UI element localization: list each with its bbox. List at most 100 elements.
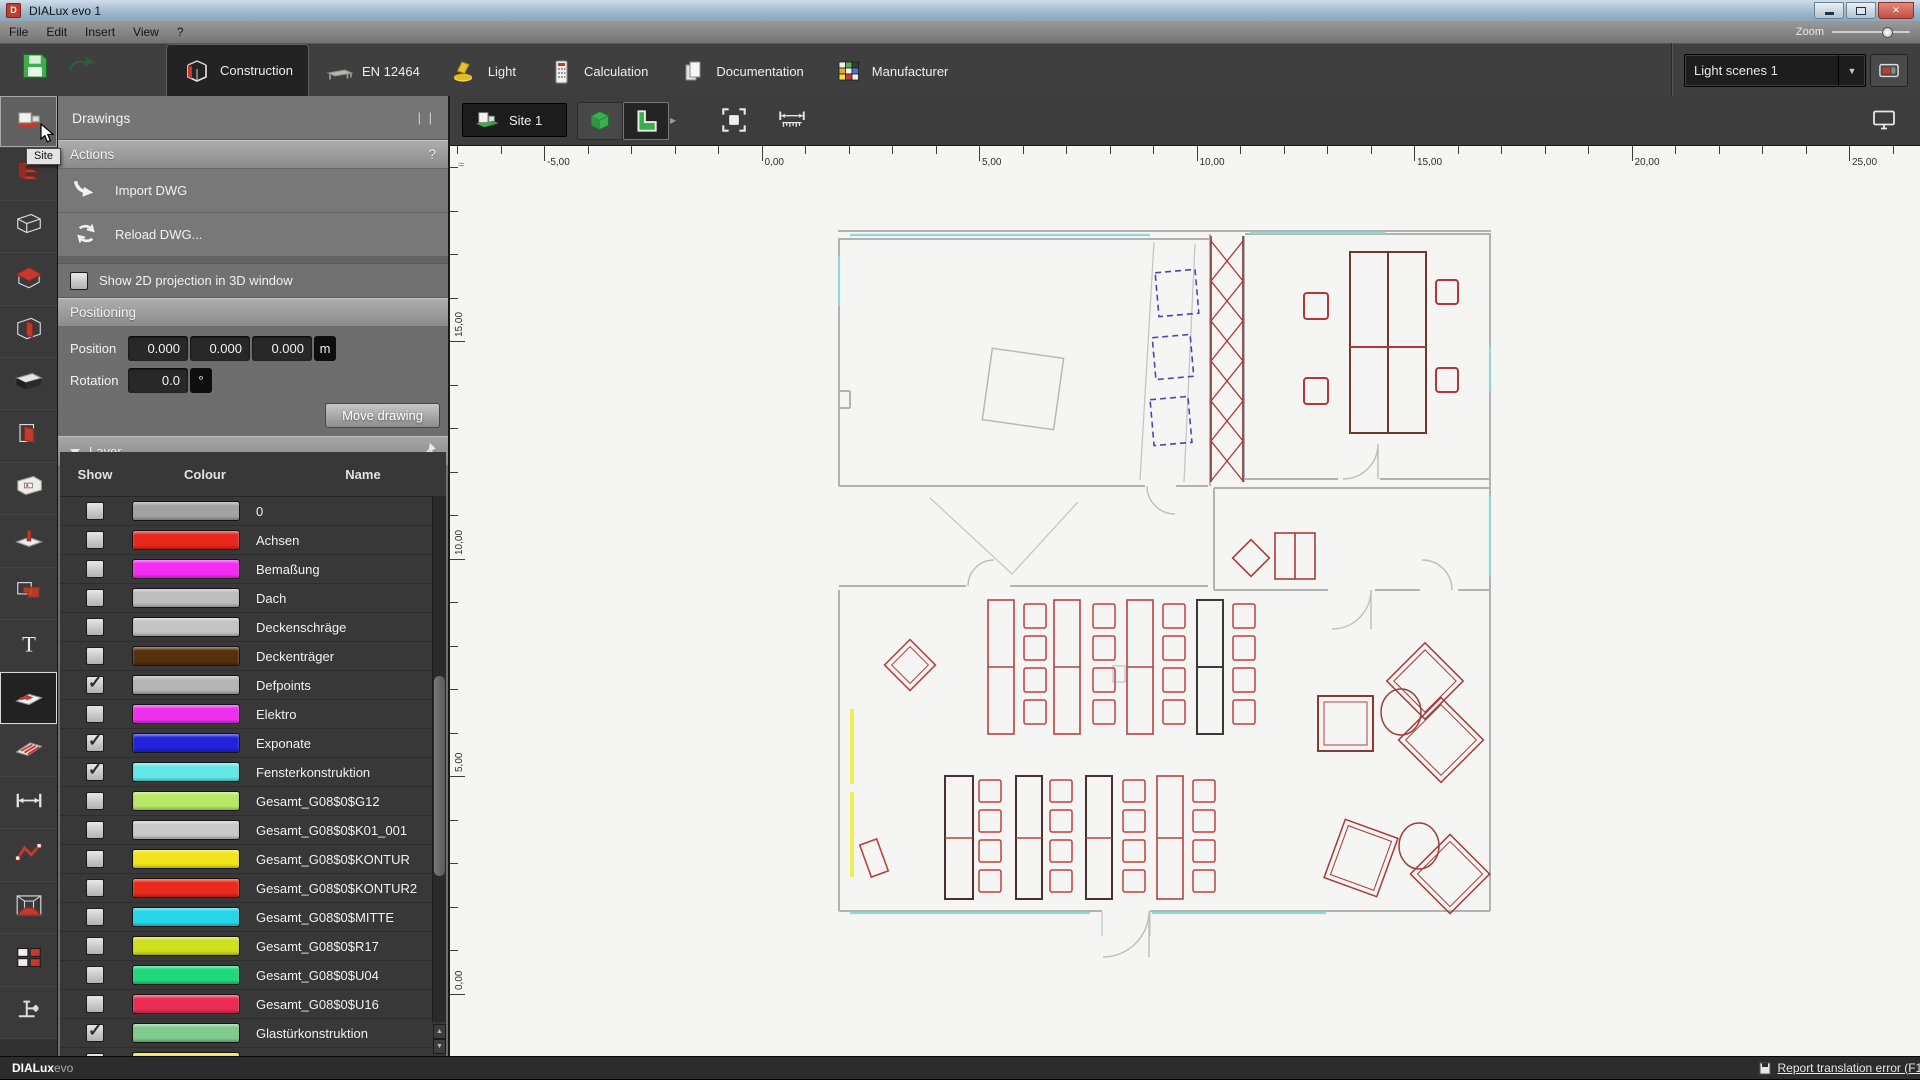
layer-row[interactable]: Gesamt_G08$0$KONTUR2 [60,874,446,903]
sidebar-tool-button[interactable] [0,724,57,778]
layer-colour-swatch[interactable] [132,965,240,985]
layer-visibility-checkbox[interactable] [86,937,104,955]
layer-row[interactable]: Achsen [60,526,446,555]
action-button[interactable]: Import DWG [58,169,448,213]
mode-tab[interactable]: Calculation [531,47,663,96]
sidebar-tool-button[interactable] [0,515,57,568]
layer-row[interactable]: Defpoints [60,671,446,700]
move-drawing-button[interactable]: Move drawing [325,403,440,428]
layer-visibility-checkbox[interactable] [86,705,104,723]
layer-colour-swatch[interactable] [132,501,240,521]
layer-colour-swatch[interactable] [132,1023,240,1043]
layer-colour-swatch[interactable] [132,820,240,840]
layer-visibility-checkbox[interactable] [86,760,104,781]
layer-row[interactable]: Glastürkonstruktion [60,1019,446,1048]
layer-visibility-checkbox[interactable] [86,821,104,839]
mode-tab[interactable]: Documentation [663,47,818,96]
layer-colour-swatch[interactable] [132,559,240,579]
layer-visibility-checkbox[interactable] [86,673,104,694]
layer-colour-swatch[interactable] [132,791,240,811]
layer-row[interactable]: Dach [60,584,446,613]
restore-button[interactable] [1846,2,1876,19]
sidebar-tool-button[interactable] [0,253,57,306]
menu-item[interactable]: View [124,21,168,43]
layer-visibility-checkbox[interactable] [86,995,104,1013]
layer-visibility-checkbox[interactable] [86,618,104,636]
sidebar-tool-button[interactable] [0,567,57,620]
dimension-button[interactable] [770,102,814,138]
fit-view-button[interactable] [712,102,756,138]
scrollbar-thumb[interactable] [434,676,445,876]
panel-grip-icon[interactable]: | | [418,110,434,125]
layer-visibility-checkbox[interactable] [86,908,104,926]
mode-tab[interactable]: Light [435,47,531,96]
layer-row[interactable]: Bemaßung [60,555,446,584]
scroll-down-icon[interactable]: ▼ [433,1039,446,1054]
menu-item[interactable]: Insert [76,21,124,43]
close-button[interactable]: ✕ [1878,2,1914,19]
sidebar-tool-button[interactable] [0,410,57,463]
layer-row[interactable]: Fensterkonstruktion [60,758,446,787]
undo-button[interactable] [64,51,98,85]
layer-visibility-checkbox[interactable] [86,560,104,578]
sidebar-tool-button[interactable] [0,829,57,882]
layer-visibility-checkbox[interactable] [86,647,104,665]
view-3d-button[interactable] [577,102,623,140]
report-translation-link[interactable]: Report translation error (F11) [1759,1061,1920,1075]
sidebar-tool-button[interactable] [0,777,57,830]
mode-tab[interactable]: Construction [166,44,309,96]
menu-item[interactable]: ? [168,21,193,43]
zoom-slider-thumb[interactable] [1882,27,1893,38]
layer-row[interactable]: Elektro [60,700,446,729]
sidebar-tool-button[interactable] [0,305,57,358]
action-button[interactable]: Reload DWG... [58,213,448,257]
layer-colour-swatch[interactable] [132,994,240,1014]
sidebar-tool-button[interactable] [0,934,57,987]
layer-visibility-checkbox[interactable] [86,879,104,897]
view-floorplan-button[interactable] [623,102,669,140]
sidebar-tool-button[interactable] [0,200,57,254]
sidebar-tool-button[interactable] [0,357,57,411]
help-icon[interactable]: ? [428,147,436,162]
projection-checkbox[interactable] [70,271,88,290]
position-y-field[interactable]: 0.000 [190,336,250,361]
layer-colour-swatch[interactable] [132,762,240,782]
minimize-button[interactable] [1814,2,1844,19]
layer-row[interactable]: Lüftungsauslass [60,1048,446,1056]
site-button[interactable]: Site 1 [462,103,567,137]
scroll-up-icon[interactable]: ▲ [433,1024,446,1039]
layer-colour-swatch[interactable] [132,878,240,898]
sidebar-tool-button[interactable] [0,672,57,725]
layer-row[interactable]: Gesamt_G08$0$R17 [60,932,446,961]
light-scene-display-button[interactable] [1870,54,1908,87]
layer-colour-swatch[interactable] [132,646,240,666]
layer-visibility-checkbox[interactable] [86,850,104,868]
light-scenes-dropdown[interactable]: Light scenes 1 ▼ [1684,54,1866,87]
layer-colour-swatch[interactable] [132,530,240,550]
layer-row[interactable]: Gesamt_G08$0$K01_001 [60,816,446,845]
layer-visibility-checkbox[interactable] [86,502,104,520]
menu-item[interactable]: Edit [37,21,76,43]
layer-row[interactable]: Gesamt_G08$0$G12 [60,787,446,816]
layer-colour-swatch[interactable] [132,675,240,695]
layer-visibility-checkbox[interactable] [86,589,104,607]
layer-visibility-checkbox[interactable] [86,1021,104,1042]
layer-row[interactable]: Gesamt_G08$0$U04 [60,961,446,990]
layer-scrollbar[interactable] [432,496,446,1022]
sidebar-tool-button[interactable] [0,881,57,935]
drawing-viewport[interactable]: -5,00 0,00 5,00 10,00 15,00 20,00 25,00 15,00 1… [450,146,1920,1056]
layer-row[interactable]: Gesamt_G08$0$MITTE [60,903,446,932]
layer-row[interactable]: Deckenträger [60,642,446,671]
view-more-arrow-icon[interactable]: ▶ [670,116,676,125]
layer-visibility-checkbox[interactable] [86,966,104,984]
layer-colour-swatch[interactable] [132,936,240,956]
layer-colour-swatch[interactable] [132,588,240,608]
mode-tab[interactable]: EN 12464 [309,47,435,96]
layer-row[interactable]: Gesamt_G08$0$U16 [60,990,446,1019]
position-z-field[interactable]: 0.000 [252,336,312,361]
monitor-button[interactable] [1862,102,1906,138]
layer-row[interactable]: Gesamt_G08$0$KONTUR [60,845,446,874]
zoom-slider[interactable] [1832,27,1910,38]
save-button[interactable] [20,51,50,85]
layer-colour-swatch[interactable] [132,704,240,724]
